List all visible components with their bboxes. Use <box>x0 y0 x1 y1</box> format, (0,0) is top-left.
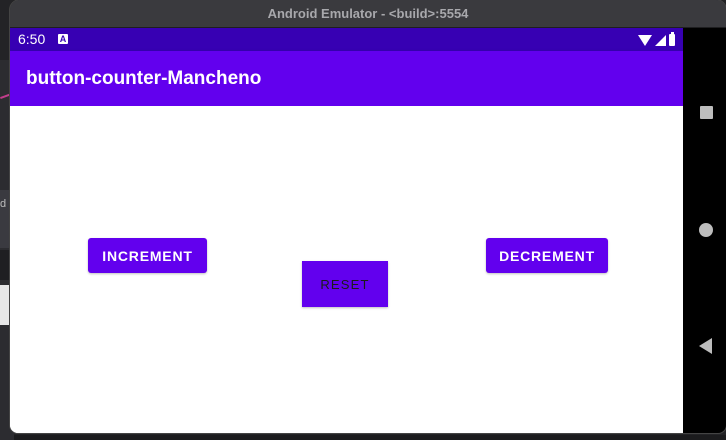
app-bar: button-counter-Mancheno <box>10 51 683 106</box>
device-screen: 6:50 A button-counter-Mancheno INCREMENT… <box>10 28 683 433</box>
decrement-button[interactable]: DECREMENT <box>486 238 608 273</box>
increment-button[interactable]: INCREMENT <box>88 238 207 273</box>
a-notification-icon: A <box>58 34 68 44</box>
main-content: INCREMENT RESET DECREMENT <box>10 106 683 433</box>
status-time: 6:50 <box>18 31 46 47</box>
window-title: Android Emulator - <build>:5554 <box>267 6 469 21</box>
battery-icon <box>669 32 675 46</box>
emulator-window: Android Emulator - <build>:5554 6:50 A b… <box>10 0 726 433</box>
window-titlebar[interactable]: Android Emulator - <build>:5554 <box>10 0 726 28</box>
status-bar: 6:50 A <box>10 28 683 51</box>
host-text-fragment: d <box>0 198 7 210</box>
reset-button[interactable]: RESET <box>302 261 388 307</box>
back-triangle-icon[interactable] <box>699 338 712 354</box>
status-icons <box>638 32 675 47</box>
wifi-icon <box>638 34 652 46</box>
signal-icon <box>655 34 666 46</box>
app-title: button-counter-Mancheno <box>26 68 262 89</box>
recents-square-icon[interactable] <box>700 106 713 119</box>
navigation-bar <box>683 28 726 433</box>
home-circle-icon[interactable] <box>699 223 713 237</box>
